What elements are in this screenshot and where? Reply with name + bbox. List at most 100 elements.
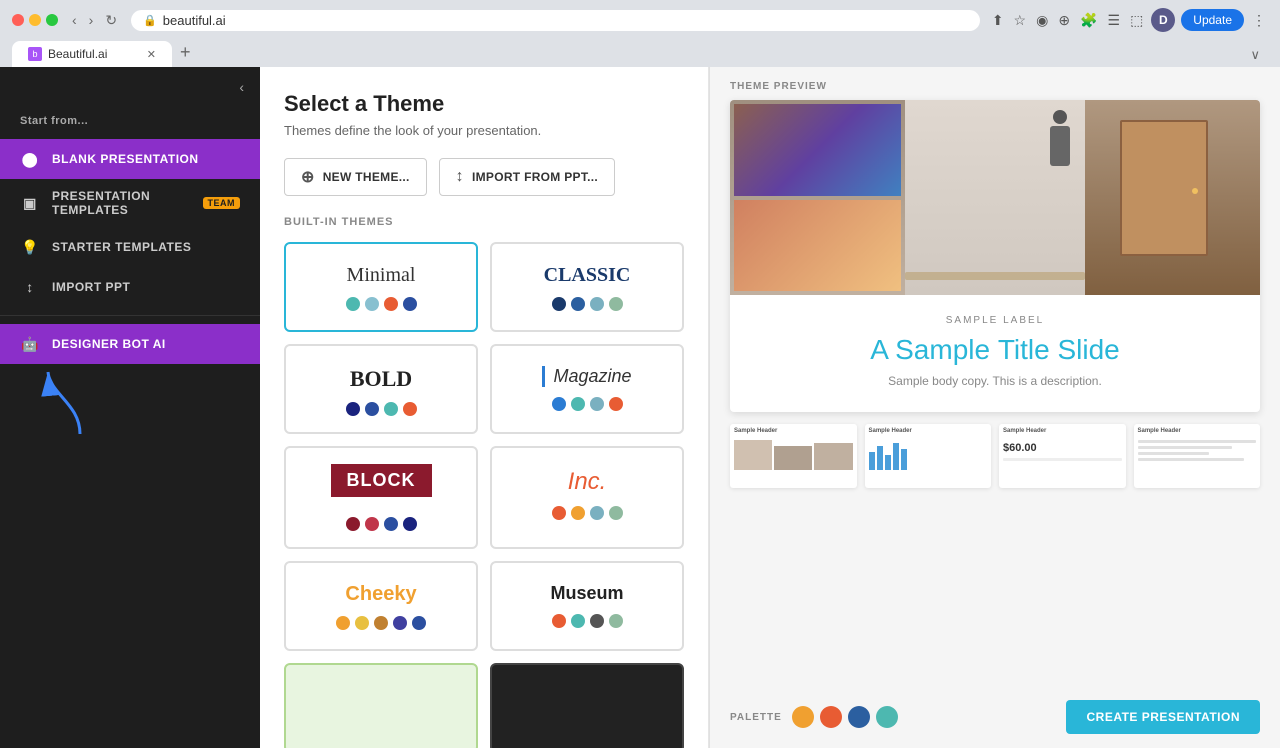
lock-icon: 🔒 <box>143 14 157 27</box>
dot <box>609 297 623 311</box>
thumb-header-3: Sample Header <box>1003 428 1122 434</box>
theme-dots-cheeky <box>336 616 426 630</box>
new-theme-label: NEW THEME... <box>323 170 410 184</box>
theme-card-block[interactable]: BLOCK <box>284 446 478 549</box>
door <box>1120 120 1207 257</box>
sidebar-item-import[interactable]: ↕ IMPORT PPT <box>0 267 260 307</box>
sidebar-item-templates[interactable]: ▣ PRESENTATION TEMPLATES TEAM <box>0 179 260 227</box>
dot <box>590 297 604 311</box>
theme-dots-minimal <box>346 297 417 311</box>
new-tab-button[interactable]: + <box>172 38 199 67</box>
theme-card-cheeky[interactable]: Cheeky <box>284 561 478 651</box>
theme-name-minimal: Minimal <box>347 264 416 287</box>
dot <box>403 517 417 531</box>
sample-label: SAMPLE LABEL <box>760 315 1230 326</box>
import-label: IMPORT PPT <box>52 280 130 294</box>
collapse-icon: ‹ <box>239 79 244 95</box>
traffic-lights <box>12 14 58 26</box>
dot <box>552 297 566 311</box>
preview-title: A Sample Title Slide <box>760 334 1230 366</box>
list-item-1 <box>1138 440 1257 443</box>
theme-card-bold[interactable]: BOLD <box>284 344 478 434</box>
share-button[interactable]: ⬆ <box>990 10 1006 31</box>
theme-card-inc[interactable]: Inc. <box>490 446 684 549</box>
browser-actions: ⬆ ☆ ◉ ⊕ 🧩 ☰ ⬚ D Update ⋮ <box>990 8 1268 32</box>
update-button[interactable]: Update <box>1181 9 1244 31</box>
palette-dot-3[interactable] <box>848 706 870 728</box>
theme-card-magazine[interactable]: Magazine <box>490 344 684 434</box>
preview-thumb-2[interactable]: Sample Header <box>865 424 992 488</box>
thumb-price-bar <box>1003 458 1122 461</box>
thumb-header-4: Sample Header <box>1138 428 1257 434</box>
dot <box>590 397 604 411</box>
theme-name-cheeky: Cheeky <box>345 583 416 606</box>
palette-dot-1[interactable] <box>792 706 814 728</box>
tab-close-button[interactable]: ✕ <box>147 48 156 61</box>
thumb-images <box>734 440 853 470</box>
create-presentation-button[interactable]: CREATE PRESENTATION <box>1066 700 1260 734</box>
extension1-button[interactable]: ◉ <box>1034 10 1050 31</box>
theme-card-museum[interactable]: Museum <box>490 561 684 651</box>
start-from-label: Start from... <box>0 107 260 139</box>
address-bar[interactable]: 🔒 beautiful.ai <box>131 10 980 31</box>
sidebar-item-designer-bot[interactable]: 🤖 DESIGNER BOT AI <box>0 324 260 364</box>
room-table <box>905 272 1085 280</box>
user-avatar[interactable]: D <box>1151 8 1175 32</box>
art-panel-left <box>730 100 905 295</box>
theme-card-minimal[interactable]: Minimal <box>284 242 478 332</box>
palette-dot-2[interactable] <box>820 706 842 728</box>
room-middle <box>905 100 1085 295</box>
dot <box>393 616 407 630</box>
preview-thumb-3[interactable]: Sample Header $60.00 <box>999 424 1126 488</box>
maximize-button[interactable] <box>46 14 58 26</box>
content-area: ‹ Start from... ⬤ BLANK PRESENTATION ▣ P… <box>0 67 1280 748</box>
list-item-4 <box>1138 458 1245 461</box>
dot <box>609 614 623 628</box>
extension3-button[interactable]: 🧩 <box>1078 10 1099 31</box>
page-title: Select a Theme <box>284 91 684 117</box>
thumb-list <box>1138 440 1257 461</box>
forward-button[interactable]: › <box>85 10 98 30</box>
import-ppt-label: IMPORT FROM PPT... <box>472 170 598 184</box>
dot <box>571 397 585 411</box>
back-button[interactable]: ‹ <box>68 10 81 30</box>
theme-card-classic[interactable]: CLASSIC <box>490 242 684 332</box>
theme-dots-inc <box>552 506 623 520</box>
theme-name-classic: CLASSIC <box>544 264 631 287</box>
new-theme-button[interactable]: ⊕ NEW THEME... <box>284 158 427 196</box>
extension2-button[interactable]: ⊕ <box>1056 10 1072 31</box>
dot <box>571 614 585 628</box>
active-tab[interactable]: b Beautiful.ai ✕ <box>12 41 172 67</box>
theme-name-museum: Museum <box>550 583 623 604</box>
palette-dot-4[interactable] <box>876 706 898 728</box>
collapse-button[interactable]: ‹ <box>0 67 260 107</box>
dot <box>552 506 566 520</box>
dot <box>384 517 398 531</box>
bookmark-button[interactable]: ☆ <box>1012 10 1029 31</box>
art2 <box>734 200 901 292</box>
preview-spacer <box>710 500 1280 686</box>
menu-button[interactable]: ☰ <box>1106 10 1123 31</box>
sidebar-item-blank[interactable]: ⬤ BLANK PRESENTATION <box>0 139 260 179</box>
theme-card-nature[interactable] <box>284 663 478 748</box>
list-item-2 <box>1138 446 1233 449</box>
tab-scroll-button[interactable]: ∨ <box>1242 43 1268 67</box>
preview-thumb-4[interactable]: Sample Header <box>1134 424 1261 488</box>
more-options-button[interactable]: ⋮ <box>1250 10 1268 31</box>
minimize-button[interactable] <box>29 14 41 26</box>
sidebar-toggle[interactable]: ⬚ <box>1128 10 1145 31</box>
import-ppt-button[interactable]: ↕ IMPORT FROM PPT... <box>439 158 615 196</box>
reload-button[interactable]: ↻ <box>101 10 121 31</box>
dot <box>552 397 566 411</box>
preview-thumb-1[interactable]: Sample Header <box>730 424 857 488</box>
dot <box>365 402 379 416</box>
close-button[interactable] <box>12 14 24 26</box>
dot <box>365 297 379 311</box>
dot <box>346 517 360 531</box>
person-body <box>1050 126 1070 166</box>
sidebar-item-starter[interactable]: 💡 STARTER TEMPLATES <box>0 227 260 267</box>
import-icon: ↕ <box>20 277 40 297</box>
theme-card-dark[interactable] <box>490 663 684 748</box>
preview-main-slide: SAMPLE LABEL A Sample Title Slide Sample… <box>730 100 1260 412</box>
dot <box>355 616 369 630</box>
